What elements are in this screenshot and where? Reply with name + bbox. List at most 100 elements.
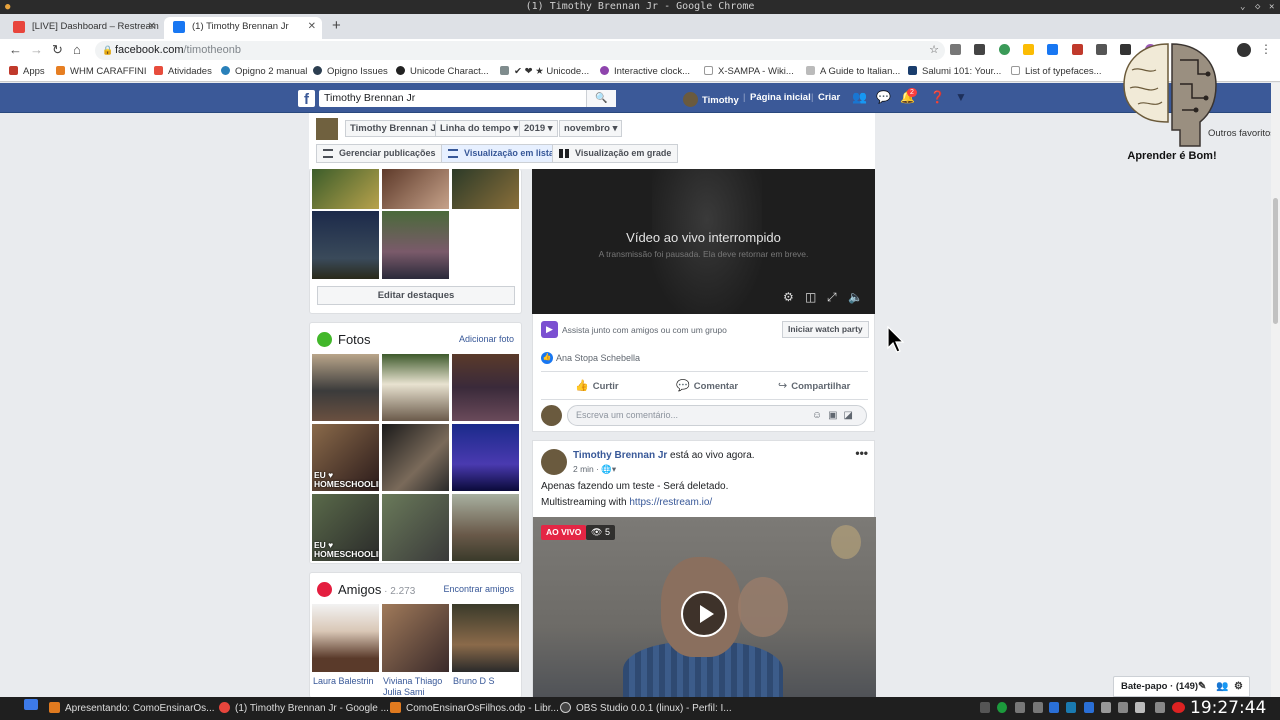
timeline-select[interactable]: Linha do tempo ▾ [435,120,524,137]
extension-icon[interactable] [1071,44,1083,55]
drive-icon[interactable] [1023,44,1035,55]
avatar[interactable] [316,118,338,140]
highlight-photo[interactable] [312,211,379,279]
manage-posts-button[interactable]: Gerenciar publicações [316,144,443,163]
bookmark-item[interactable]: Unicode Charact... [396,66,489,77]
friends-title[interactable]: Amigos · 2.273 [338,582,415,597]
photos-title[interactable]: Fotos [338,332,371,347]
taskbar-item-impress[interactable]: Apresentando: ComoEnsinarOs... [49,702,215,714]
maximize-icon[interactable]: ◇ [1255,0,1260,14]
search-icon[interactable]: 🔍 [586,90,616,107]
profile-link[interactable]: Timothy [683,92,739,107]
app-menu-icon[interactable]: ● [5,0,10,14]
friend-photo[interactable] [312,604,379,672]
friend-name[interactable]: Laura Balestrin [313,676,374,687]
grid-view-button[interactable]: Visualização em grade [552,144,679,163]
photo-thumbnail[interactable] [382,354,449,421]
settings-gear-icon[interactable]: ⚙ [783,290,794,304]
profile-select[interactable]: Timothy Brennan Jr [345,120,445,137]
facebook-logo[interactable]: f [298,90,315,108]
photo-thumbnail[interactable]: EU ♥ HOMESCHOOLING [312,494,379,561]
taskbar-item-libreoffice[interactable]: ComoEnsinarOsFilhos.odp - Libr... [390,702,559,714]
tray-icon[interactable] [1118,702,1128,713]
reload-button[interactable]: ↻ [52,42,63,58]
bookmark-item[interactable]: Interactive clock... [600,66,690,77]
month-select[interactable]: novembro ▾ [559,120,623,137]
chrome-menu-icon[interactable]: ⋮ [1260,42,1272,56]
photo-thumbnail[interactable] [452,424,519,491]
bookmark-item[interactable]: Atividades [154,66,212,77]
friend-name[interactable]: Bruno D S [453,676,495,687]
create-link[interactable]: Criar [818,92,840,103]
help-icon[interactable]: ❓ [930,90,945,104]
share-button[interactable]: ↪ Compartilhar [778,379,850,392]
bookmark-item[interactable]: Opigno Issues [313,66,388,77]
home-link[interactable]: Página inicial [750,92,811,103]
fullscreen-icon[interactable]: ⤢ [827,290,837,305]
author-link[interactable]: Timothy Brennan Jr [573,450,667,461]
new-tab-button[interactable]: + [332,17,341,34]
chat-bar[interactable]: Bate-papo · (149) ✎ 👥 ⚙ [1113,676,1250,697]
search-input[interactable]: Timothy Brennan Jr 🔍 [319,90,616,107]
new-message-icon[interactable]: ✎ [1198,677,1206,696]
extension-icon[interactable] [1096,44,1108,55]
home-button[interactable]: ⌂ [73,42,81,57]
mute-icon[interactable]: 🔈 [848,290,863,304]
bookmark-item[interactable]: X-SAMPA - Wiki... [704,66,794,77]
extension-icon[interactable] [974,44,986,55]
status-icon[interactable] [997,702,1007,713]
address-bar[interactable]: 🔒 facebook.com/timotheonb ☆ [95,41,945,60]
forward-button[interactable]: → [30,42,43,57]
more-options-icon[interactable]: ••• [855,446,868,460]
highlight-photo[interactable] [382,211,449,279]
taskbar-item-chrome[interactable]: (1) Timothy Brennan Jr - Google ... [219,702,389,714]
tray-icon[interactable] [1155,702,1165,713]
tray-icon[interactable] [1066,702,1076,713]
highlight-photo[interactable] [452,169,519,209]
add-photo-link[interactable]: Adicionar foto [459,334,514,344]
wifi-icon[interactable] [1101,702,1111,713]
bookmark-item[interactable]: WHM CARAFFINI [56,66,147,77]
sticker-icon[interactable]: ◪ [844,410,859,421]
edit-highlights-button[interactable]: Editar destaques [317,286,515,305]
back-button[interactable]: ← [9,42,22,57]
photo-thumbnail[interactable] [452,494,519,561]
pause-icon[interactable] [980,702,990,713]
gif-icon[interactable]: ▣ [828,410,843,421]
chevron-down-icon[interactable]: ▼ [954,90,968,104]
bookmark-item[interactable]: List of typefaces... [1011,66,1102,77]
like-button[interactable]: 👍 Curtir [575,379,619,392]
bookmark-item[interactable]: A Guide to Italian... [806,66,900,77]
bookmark-star-icon[interactable]: ☆ [929,41,939,60]
highlight-photo[interactable] [312,169,379,209]
tray-icon[interactable] [1033,702,1043,713]
photo-thumbnail[interactable] [382,494,449,561]
comment-input[interactable]: Escreva um comentário... ☺▣◪ [567,405,867,426]
friend-photo[interactable] [382,604,449,672]
bookmark-item[interactable]: ✔ ❤ ★ Unicode... [500,66,589,77]
play-button[interactable] [681,591,727,637]
bluetooth-icon[interactable] [1084,702,1094,713]
chat-settings-icon[interactable]: ⚙ [1234,677,1243,696]
bookmark-apps[interactable]: Apps [9,66,45,77]
emoji-icon[interactable]: ☺ [812,410,828,421]
group-chat-icon[interactable]: 👥 [1216,677,1228,696]
post-time[interactable]: 2 min · [573,464,601,474]
bookmark-item[interactable]: Opigno 2 manual [221,66,307,77]
tray-icon[interactable] [1015,702,1025,713]
globe-icon[interactable]: 🌐▾ [601,464,616,474]
scrollbar-thumb[interactable] [1273,198,1278,324]
start-menu-icon[interactable] [24,699,43,711]
messenger-icon[interactable]: 💬 [876,90,891,104]
taskbar-item-obs[interactable]: OBS Studio 0.0.1 (linux) - Perfil: I... [560,702,732,714]
friend-requests-icon[interactable]: 👥 [852,90,867,104]
live-video-player[interactable]: Vídeo ao vivo interrompido A transmissão… [532,169,875,314]
avatar[interactable] [541,449,567,475]
photo-thumbnail[interactable]: EU ♥ HOMESCHOOLING [312,424,379,491]
friend-name[interactable]: Viviana Thiago Julia Sami [383,676,442,698]
restream-link[interactable]: https://restream.io/ [629,497,712,508]
bluetooth-icon[interactable] [1049,702,1059,713]
tab-facebook[interactable]: (1) Timothy Brennan Jr ✕ [164,17,322,39]
page-scrollbar[interactable] [1271,83,1280,697]
extension-icon[interactable] [998,44,1010,55]
